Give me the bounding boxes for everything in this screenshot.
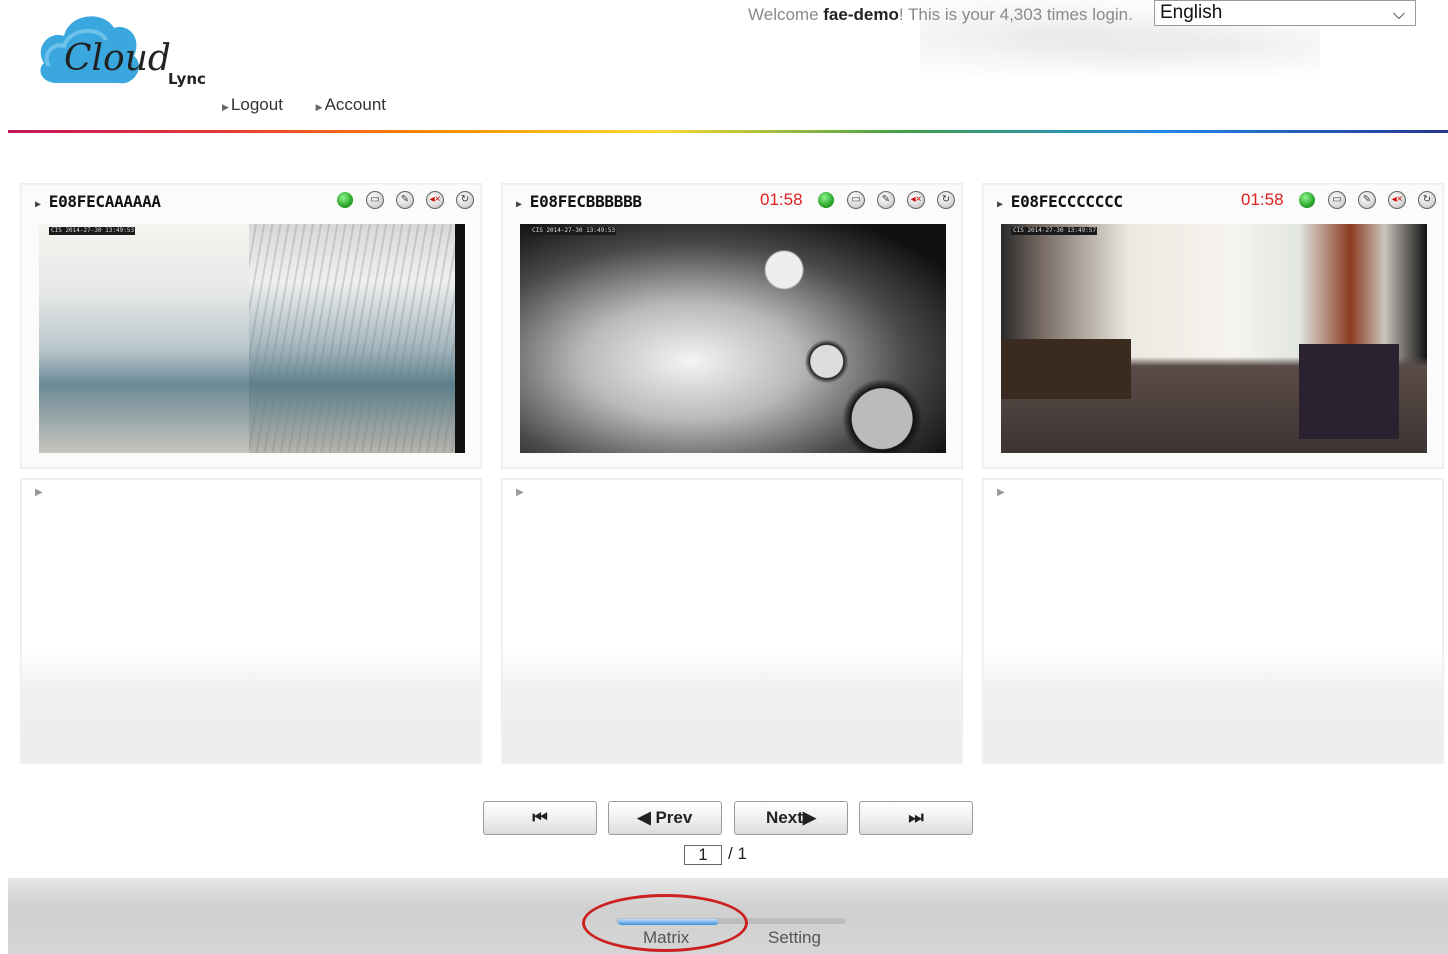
refresh-icon[interactable]: ↻ (456, 191, 474, 209)
svg-text:Cloud: Cloud (64, 38, 171, 79)
language-select[interactable]: English ⌵ (1154, 0, 1416, 26)
logout-link[interactable]: ▶ Logout (222, 95, 283, 115)
camera-video-feed[interactable]: CIS 2014-27-30 13:49:57 (1001, 224, 1427, 453)
username: fae-demo (823, 5, 899, 24)
video-timestamp: CIS 2014-27-30 13:49:53 (49, 227, 135, 235)
camera-toolbar: ▭ ✎ ◂× ↻ (818, 191, 958, 213)
svg-text:Lync: Lync (168, 70, 206, 88)
expand-arrow-icon: ▶ (516, 487, 524, 498)
tab-setting[interactable]: Setting (768, 928, 821, 948)
chevron-down-icon: ⌵ (1392, 6, 1405, 23)
status-led-icon (337, 192, 353, 208)
tab-matrix[interactable]: Matrix (643, 928, 689, 948)
camera-video-feed[interactable]: CIS 2014-27-30 13:49:53 (39, 224, 465, 453)
camera-panel-2: ▶ E08FECBBBBBB 01:58 ▭ ✎ ◂× ↻ CIS 2014-27… (501, 183, 963, 469)
empty-camera-slot: ▶ (982, 478, 1444, 764)
status-led-icon (1299, 192, 1315, 208)
page-indicator: 1/ 1 (684, 844, 747, 865)
active-tab-indicator (618, 919, 718, 925)
welcome-message: Welcome fae-demo! This is your 4,303 tim… (748, 5, 1133, 24)
snapshot-icon[interactable]: ▭ (366, 191, 384, 209)
cloudlync-logo[interactable]: Cloud Lync (34, 8, 234, 98)
top-links: ▶ Logout ▶ Account (222, 95, 414, 115)
camera-name[interactable]: ▶ E08FECAAAAAA (35, 192, 161, 211)
bottom-nav-bar (8, 878, 1448, 954)
header: Cloud Lync Welcome fae-demo! This is you… (0, 0, 1448, 132)
settings-wrench-icon[interactable]: ✎ (1358, 191, 1376, 209)
session-timer: 01:58 (1241, 190, 1284, 209)
camera-video-feed[interactable]: CIS 2014-27-30 13:49:53 (520, 224, 946, 453)
session-timer: 01:58 (760, 190, 803, 209)
camera-toolbar: ▭ ✎ ◂× ↻ (337, 191, 477, 213)
last-page-button[interactable]: ⏭ (859, 801, 973, 835)
rainbow-divider (8, 130, 1448, 133)
mute-speaker-icon[interactable]: ◂× (907, 191, 925, 209)
empty-camera-slot: ▶ (501, 478, 963, 764)
settings-wrench-icon[interactable]: ✎ (396, 191, 414, 209)
refresh-icon[interactable]: ↻ (1418, 191, 1436, 209)
expand-arrow-icon: ▶ (997, 487, 1005, 498)
camera-panel-1: ▶ E08FECAAAAAA ▭ ✎ ◂× ↻ CIS 2014-27-30 13… (20, 183, 482, 469)
mute-speaker-icon[interactable]: ◂× (426, 191, 444, 209)
empty-camera-slot: ▶ (20, 478, 482, 764)
refresh-icon[interactable]: ↻ (937, 191, 955, 209)
mute-speaker-icon[interactable]: ◂× (1388, 191, 1406, 209)
camera-name[interactable]: ▶ E08FECBBBBBB (516, 192, 642, 211)
expand-arrow-icon: ▶ (35, 487, 43, 498)
prev-page-button[interactable]: ◀ Prev (608, 801, 722, 835)
camera-name[interactable]: ▶ E08FECCCCCCC (997, 192, 1123, 211)
next-page-button[interactable]: Next▶ (734, 801, 848, 835)
account-link[interactable]: ▶ Account (316, 95, 386, 115)
snapshot-icon[interactable]: ▭ (1328, 191, 1346, 209)
video-timestamp: CIS 2014-27-30 13:49:57 (1011, 227, 1097, 235)
camera-panel-3: ▶ E08FECCCCCCC 01:58 ▭ ✎ ◂× ↻ CIS 2014-27… (982, 183, 1444, 469)
camera-toolbar: ▭ ✎ ◂× ↻ (1299, 191, 1439, 213)
settings-wrench-icon[interactable]: ✎ (877, 191, 895, 209)
snapshot-icon[interactable]: ▭ (847, 191, 865, 209)
first-page-button[interactable]: ⏮ (483, 801, 597, 835)
video-timestamp: CIS 2014-27-30 13:49:53 (530, 227, 616, 235)
status-led-icon (818, 192, 834, 208)
page-number-input[interactable]: 1 (684, 844, 722, 865)
